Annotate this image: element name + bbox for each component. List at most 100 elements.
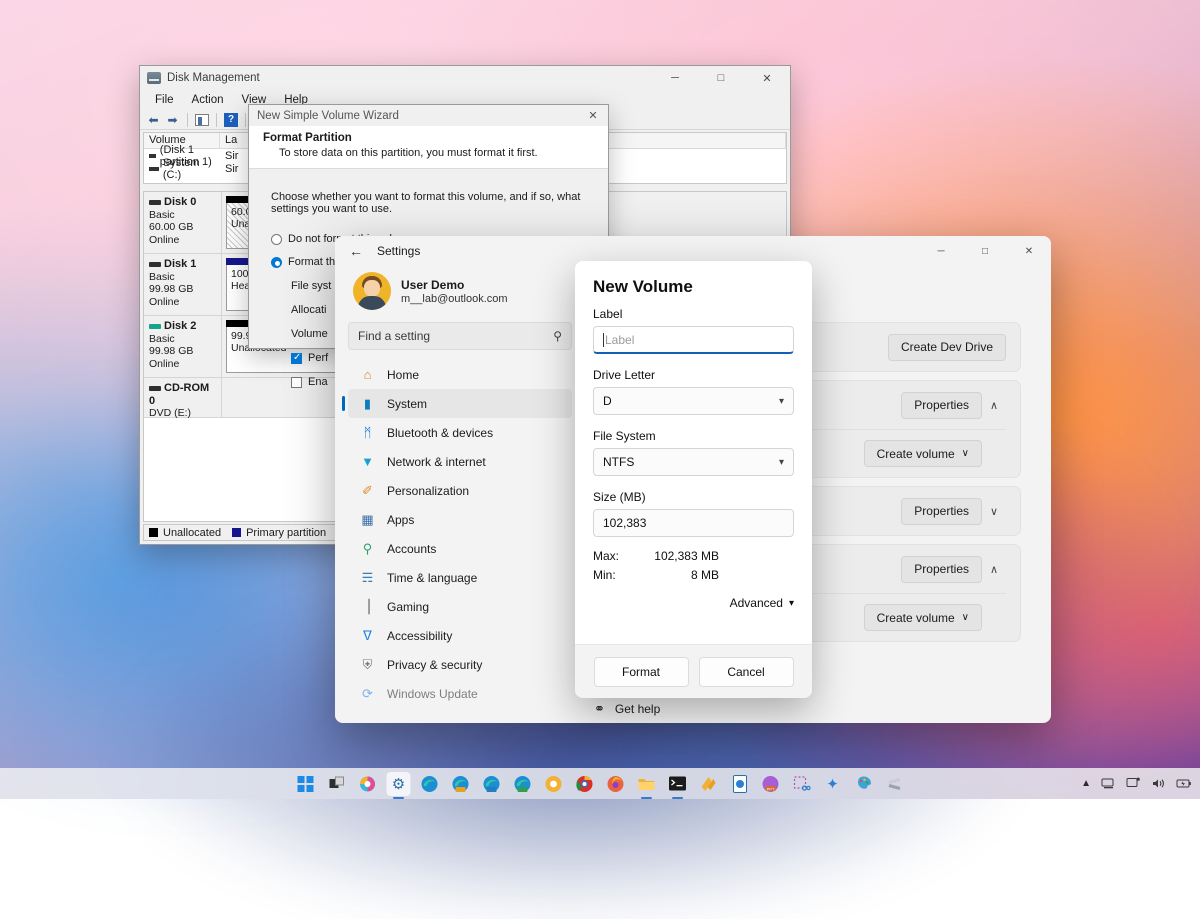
clipchamp-icon (886, 775, 904, 793)
close-button[interactable]: ✕ (1007, 236, 1051, 266)
chevron-up-icon[interactable]: ▲ (1081, 778, 1091, 789)
copilot-button[interactable] (356, 772, 380, 796)
copilot-sparkle-button[interactable]: ✦ (821, 772, 845, 796)
create-volume-button[interactable]: Create volume ∨ (864, 604, 982, 631)
chrome-canary-button[interactable] (542, 772, 566, 796)
sidebar-item-privacy-security[interactable]: ⛨ Privacy & security (348, 650, 572, 679)
sidebar-item-network-internet[interactable]: ▼ Network & internet (348, 447, 572, 476)
sidebar-item-label: Accessibility (387, 629, 452, 643)
size-value: 102,383 (603, 516, 784, 530)
firefox-button[interactable] (604, 772, 628, 796)
clipchamp-button[interactable] (883, 772, 907, 796)
properties-button[interactable]: Properties (901, 556, 982, 583)
dialog-title: New Volume (593, 277, 794, 297)
close-icon[interactable]: ✕ (578, 105, 608, 126)
legend-label-unallocated: Unallocated (163, 527, 221, 539)
close-button[interactable]: ✕ (744, 66, 790, 90)
edge-dev-button[interactable] (511, 772, 535, 796)
task-view-button[interactable] (325, 772, 349, 796)
wizard-title: New Simple Volume Wizard (257, 110, 399, 122)
maximize-button[interactable]: □ (963, 236, 1007, 266)
sidebar-item-personalization[interactable]: ✐ Personalization (348, 476, 572, 505)
search-icon: ⚲ (553, 329, 562, 343)
sidebar-item-windows-update[interactable]: ⟳ Windows Update (348, 679, 572, 708)
back-arrow-icon[interactable]: ⬅ (146, 112, 161, 127)
network-icon[interactable] (1101, 777, 1116, 790)
file-system-select[interactable]: NTFS ▾ (593, 448, 794, 476)
help-icon[interactable]: ? (224, 113, 238, 127)
disk-icon (149, 324, 161, 329)
sidebar-item-label: Home (387, 368, 419, 382)
get-help-link[interactable]: ⚭ Get help (594, 701, 660, 717)
drive-letter-select[interactable]: D ▾ (593, 387, 794, 415)
speaker-icon[interactable] (1151, 777, 1166, 790)
sidebar-item-accessibility[interactable]: ᐁ Accessibility (348, 621, 572, 650)
label-input[interactable]: Label (593, 326, 794, 354)
battery-icon[interactable] (1176, 777, 1192, 790)
minimize-button[interactable]: ─ (919, 236, 963, 266)
powerpoint-button[interactable]: PPT (759, 772, 783, 796)
back-arrow-icon[interactable]: ← (341, 239, 371, 263)
cancel-button[interactable]: Cancel (699, 657, 794, 687)
maximize-button[interactable]: □ (698, 66, 744, 90)
monitor-icon[interactable] (1126, 777, 1141, 790)
chrome-button[interactable] (573, 772, 597, 796)
start-button[interactable] (294, 772, 318, 796)
properties-button[interactable]: Properties (901, 498, 982, 525)
taskbar-items: ⚙ (294, 772, 907, 796)
disk-type: Basic (149, 333, 216, 346)
menu-action[interactable]: Action (183, 92, 233, 108)
snipping-tool-button[interactable] (790, 772, 814, 796)
sidebar-item-system[interactable]: ▮ System (348, 389, 572, 418)
properties-button[interactable]: Properties (901, 392, 982, 419)
sidebar-item-apps[interactable]: ▦ Apps (348, 505, 572, 534)
get-help-label: Get help (615, 702, 660, 716)
disk-name: Disk 2 (164, 320, 196, 332)
gaming-icon: ⎟ (359, 598, 376, 615)
search-input[interactable]: Find a setting ⚲ (348, 322, 572, 350)
drive-letter-value: D (603, 394, 779, 408)
sidebar-item-label: Bluetooth & devices (387, 426, 493, 440)
create-volume-label: Create volume (877, 611, 955, 625)
edge-canary-button[interactable] (449, 772, 473, 796)
advanced-label: Advanced (730, 596, 783, 610)
format-button[interactable]: Format (594, 657, 689, 687)
minimize-button[interactable]: ─ (652, 66, 698, 90)
menu-file[interactable]: File (146, 92, 183, 108)
sidebar-item-bluetooth-devices[interactable]: ᛗ Bluetooth & devices (348, 418, 572, 447)
forward-arrow-icon[interactable]: ➡ (165, 112, 180, 127)
terminal-button[interactable] (666, 772, 690, 796)
sidebar-item-home[interactable]: ⌂ Home (348, 360, 572, 389)
running-indicator (393, 797, 404, 799)
sidebar-item-accounts[interactable]: ⚲ Accounts (348, 534, 572, 563)
account-summary[interactable]: User Demo m__lab@outlook.com (348, 266, 572, 320)
drive-letter-label: Drive Letter (593, 368, 794, 382)
word-button[interactable] (728, 772, 752, 796)
chevron-down-icon[interactable]: ∨ (982, 505, 1006, 518)
chevron-up-icon[interactable]: ∧ (982, 563, 1006, 576)
edge-beta-button[interactable] (480, 772, 504, 796)
chevron-up-icon[interactable]: ∧ (982, 399, 1006, 412)
file-explorer-button[interactable] (635, 772, 659, 796)
powertoys-button[interactable] (697, 772, 721, 796)
sidebar-item-time-language[interactable]: ☴ Time & language (348, 563, 572, 592)
show-hide-console-tree-icon[interactable] (195, 114, 209, 126)
avatar (353, 272, 391, 310)
chrome-canary-icon (545, 775, 563, 793)
create-volume-button[interactable]: Create volume ∨ (864, 440, 982, 467)
edge-button[interactable] (418, 772, 442, 796)
windows-logo-icon (298, 776, 314, 792)
scissors-icon (793, 775, 811, 793)
sidebar-item-gaming[interactable]: ⎟ Gaming (348, 592, 572, 621)
settings-button[interactable]: ⚙ (387, 772, 411, 796)
sidebar-item-label: Privacy & security (387, 658, 482, 672)
chevron-down-icon: ∨ (962, 612, 969, 623)
size-input[interactable]: 102,383 (593, 509, 794, 537)
create-dev-drive-button[interactable]: Create Dev Drive (888, 334, 1006, 361)
settings-sidebar: User Demo m__lab@outlook.com Find a sett… (335, 266, 580, 723)
disk-type: DVD (E:) (149, 407, 216, 420)
edge-dev-icon (514, 775, 532, 793)
bluetooth-icon: ᛗ (359, 424, 376, 441)
advanced-toggle[interactable]: Advanced ▾ (593, 596, 794, 610)
paint-button[interactable] (852, 772, 876, 796)
